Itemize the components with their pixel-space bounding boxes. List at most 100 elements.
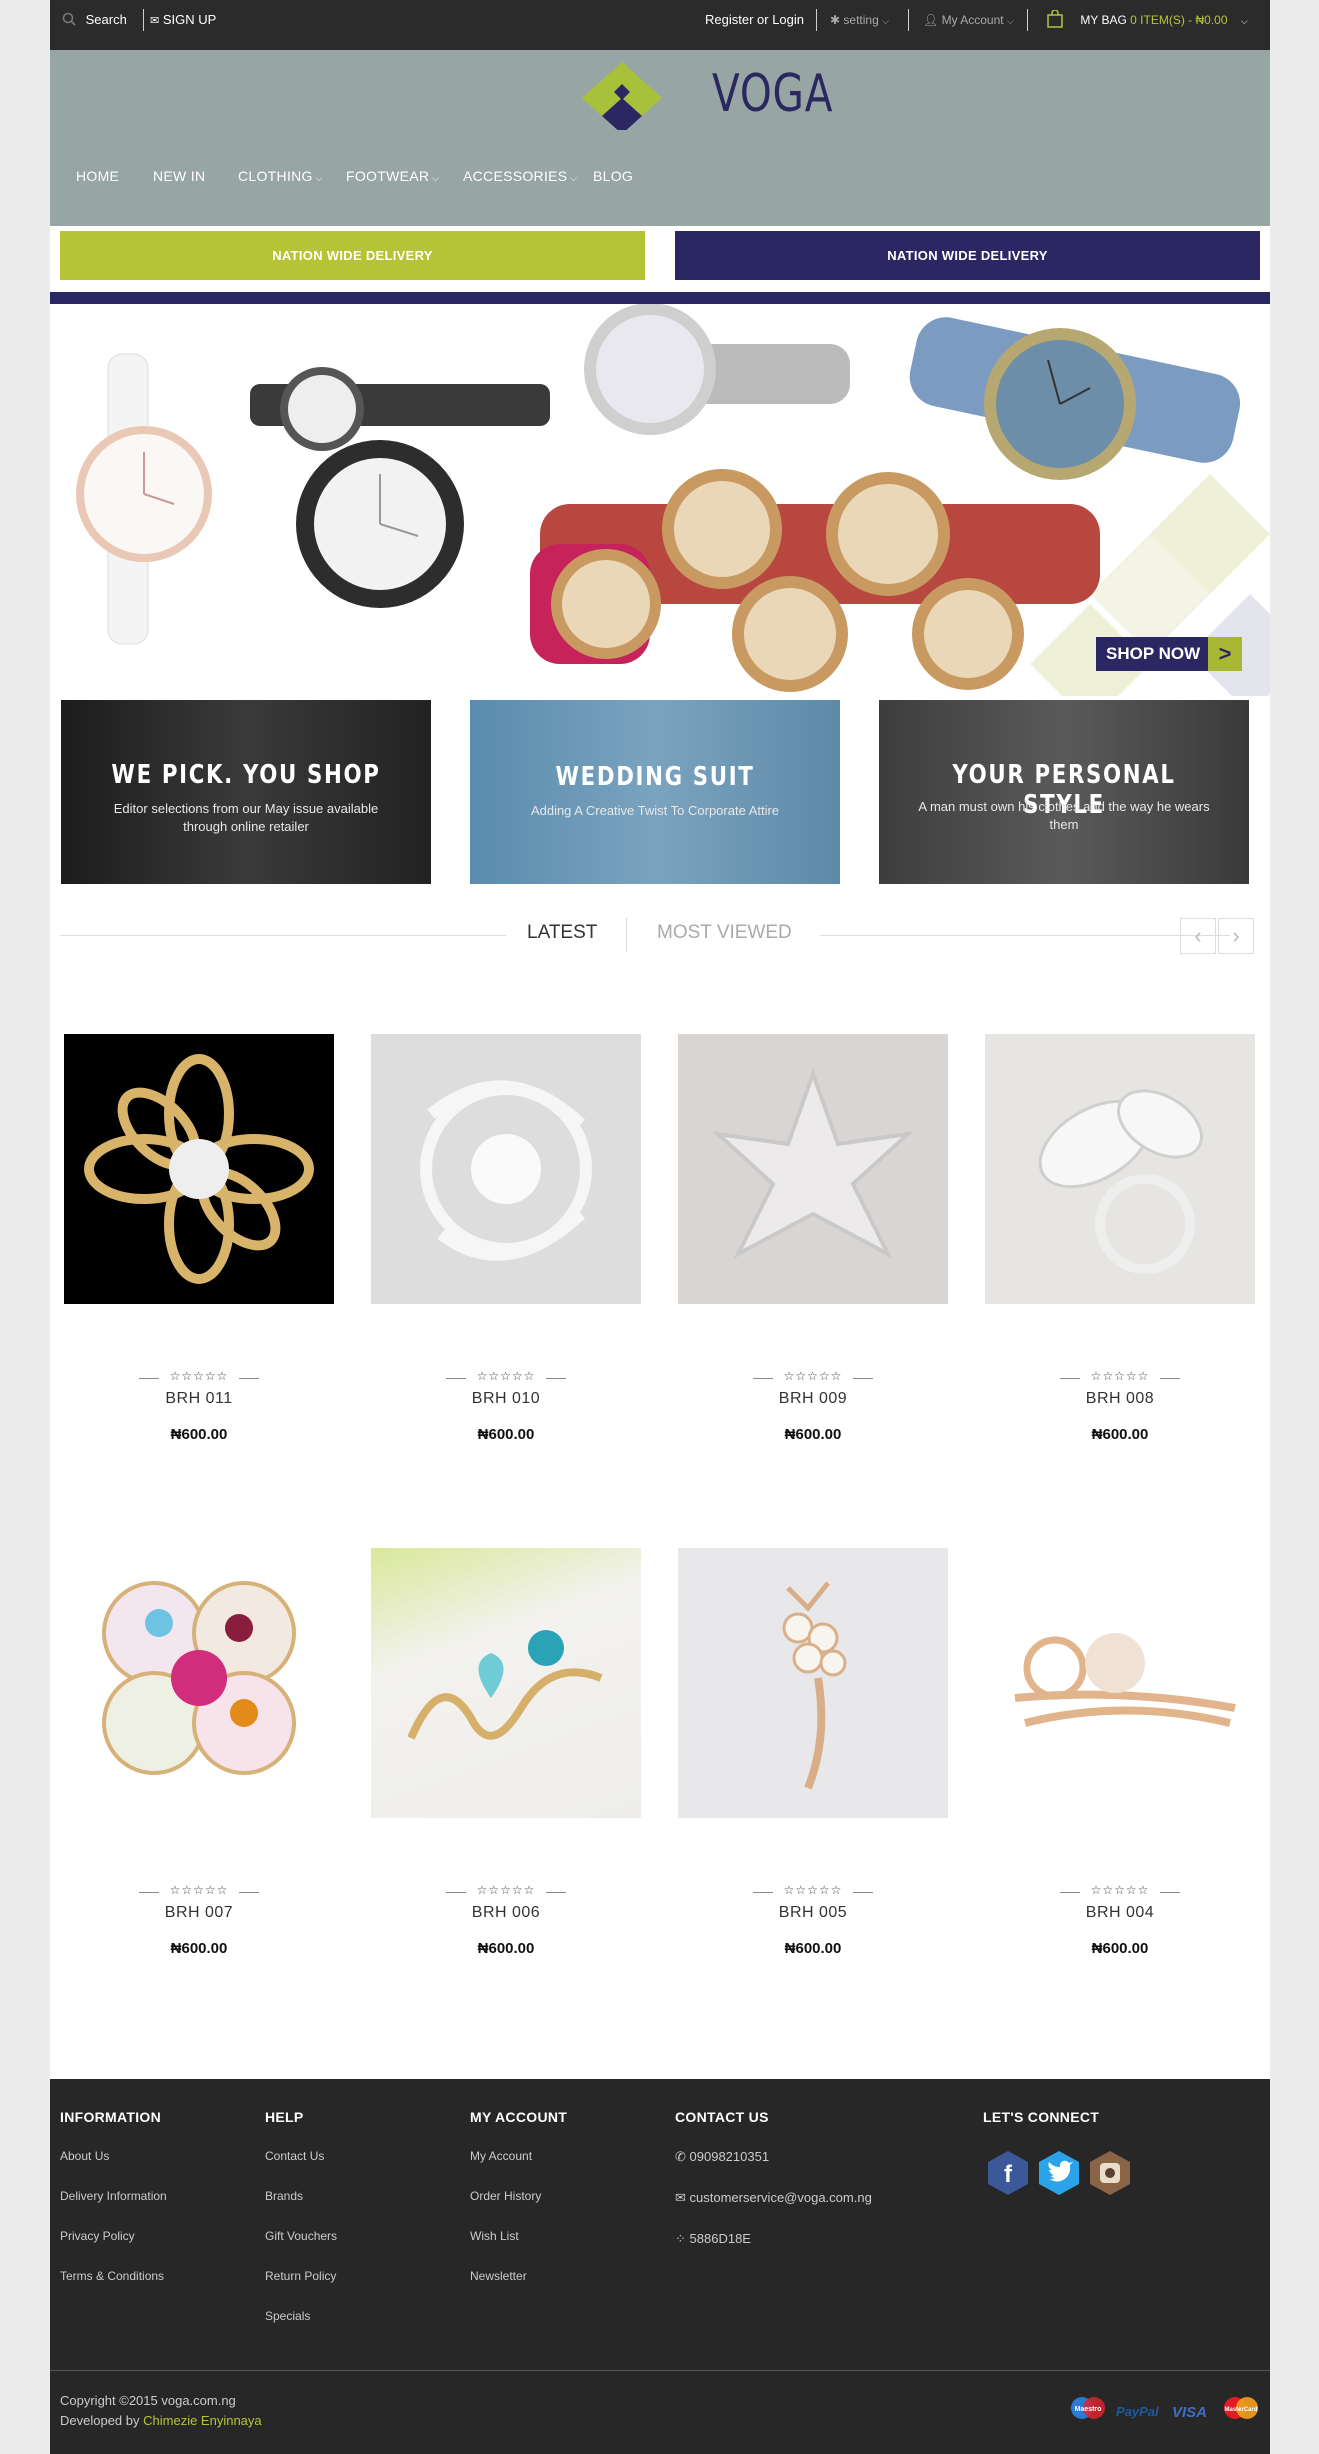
contact-phone[interactable]: ✆ 09098210351 — [675, 2149, 872, 2165]
bag-label: MY BAG — [1080, 13, 1127, 27]
product-name[interactable]: BRH 010 — [371, 1390, 641, 1408]
divider — [1027, 9, 1028, 31]
footer-link-newsletter[interactable]: Newsletter — [470, 2269, 567, 2283]
banner-subtitle: A man must own his clothes and the way h… — [918, 799, 1210, 832]
product-image[interactable] — [371, 1548, 641, 1818]
divider — [853, 1378, 873, 1379]
divider — [1160, 1378, 1180, 1379]
cart-dropdown[interactable]: MY BAG 0 ITEM(S) - ₦0.00 ⌵ — [1047, 0, 1248, 40]
paypal-icon: PayPal — [1116, 2404, 1159, 2419]
copyright: Copyright ©2015 voga.com.ng Developed by… — [60, 2391, 262, 2431]
tab-most-viewed[interactable]: MOST VIEWED — [657, 922, 792, 944]
register-login-link[interactable]: Register or Login — [705, 0, 804, 40]
envelope-icon: ✉ — [675, 2190, 686, 2205]
promo-banner-pick[interactable]: WE PICK. YOU SHOP Editor selections from… — [61, 700, 431, 884]
product-price: ₦600.00 — [170, 1426, 228, 1443]
product-name[interactable]: BRH 008 — [985, 1390, 1255, 1408]
divider — [239, 1892, 259, 1893]
product-name[interactable]: BRH 007 — [64, 1904, 334, 1922]
page: Search ✉ SIGN UP Register or Login ✱ set… — [50, 0, 1270, 2454]
footer-link-order-history[interactable]: Order History — [470, 2189, 567, 2203]
product-image[interactable] — [64, 1548, 334, 1818]
divider — [820, 935, 1230, 936]
nav-clothing[interactable]: CLOTHING ⌵ — [238, 168, 323, 184]
tab-latest[interactable]: LATEST — [527, 922, 597, 944]
footer-link-delivery[interactable]: Delivery Information — [60, 2189, 167, 2203]
product-image[interactable] — [371, 1034, 641, 1304]
svg-text:f: f — [1004, 2161, 1013, 2188]
search-link[interactable]: Search — [62, 0, 127, 40]
instagram-icon[interactable] — [1086, 2149, 1134, 2197]
footer-heading: CONTACT US — [675, 2109, 769, 2125]
footer-link-return-policy[interactable]: Return Policy — [265, 2269, 337, 2283]
search-icon — [62, 12, 76, 26]
product-image[interactable] — [985, 1548, 1255, 1818]
chevron-down-icon: ⌵ — [882, 16, 889, 26]
carousel-prev-button[interactable]: ‹ — [1180, 918, 1216, 954]
footer-link-wish-list[interactable]: Wish List — [470, 2229, 567, 2243]
product-name[interactable]: BRH 009 — [678, 1390, 948, 1408]
signup-link[interactable]: ✉ SIGN UP — [150, 0, 216, 40]
developer-link[interactable]: Chimezie Enyinnaya — [143, 2413, 262, 2428]
nav-footwear[interactable]: FOOTWEAR ⌵ — [346, 168, 439, 184]
mastercard-icon: MasterCard — [1224, 2397, 1258, 2419]
promo-banner-style[interactable]: YOUR PERSONAL STYLE A man must own his c… — [879, 700, 1249, 884]
product-image[interactable] — [64, 1034, 334, 1304]
product-image[interactable] — [678, 1548, 948, 1818]
contact-email[interactable]: ✉ customerservice@voga.com.ng — [675, 2190, 872, 2206]
product-price: ₦600.00 — [477, 1940, 535, 1957]
product-name[interactable]: BRH 004 — [985, 1904, 1255, 1922]
product-name[interactable]: BRH 011 — [64, 1390, 334, 1408]
divider — [239, 1378, 259, 1379]
footer-link-gift-vouchers[interactable]: Gift Vouchers — [265, 2229, 337, 2243]
banner-subtitle: Editor selections from our May issue ava… — [113, 801, 379, 834]
product-image[interactable] — [678, 1034, 948, 1304]
promo-banner-wedding[interactable]: WEDDING SUIT Adding A Creative Twist To … — [470, 700, 840, 884]
nav-accessories[interactable]: ACCESSORIES ⌵ — [463, 168, 577, 184]
footer-link-privacy[interactable]: Privacy Policy — [60, 2229, 167, 2243]
shop-now-button[interactable]: SHOP NOW > — [1096, 637, 1242, 671]
footer-information: INFORMATION About Us Delivery Informatio… — [60, 2109, 167, 2309]
delivery-banner-right[interactable]: NATION WIDE DELIVERY — [675, 231, 1260, 280]
footer-link-terms[interactable]: Terms & Conditions — [60, 2269, 167, 2283]
footer-link-specials[interactable]: Specials — [265, 2309, 337, 2323]
footer-link-my-account[interactable]: My Account — [470, 2149, 567, 2163]
envelope-icon: ✉ — [150, 15, 160, 27]
rating-stars: ☆☆☆☆☆ — [169, 1369, 229, 1383]
product-image[interactable] — [985, 1034, 1255, 1304]
product-name[interactable]: BRH 005 — [678, 1904, 948, 1922]
rating-stars: ☆☆☆☆☆ — [169, 1883, 229, 1897]
facebook-icon[interactable]: f — [984, 2149, 1032, 2197]
divider — [908, 9, 909, 31]
product-name[interactable]: BRH 006 — [371, 1904, 641, 1922]
chevron-down-icon: ⌵ — [567, 173, 578, 183]
account-dropdown[interactable]: 👤︎ My Account ⌵ — [923, 0, 1014, 40]
setting-dropdown[interactable]: ✱ setting ⌵ — [830, 0, 889, 40]
divider — [546, 1892, 566, 1893]
footer-help: HELP Contact Us Brands Gift Vouchers Ret… — [265, 2109, 337, 2349]
footer-link-contact[interactable]: Contact Us — [265, 2149, 337, 2163]
delivery-banner-left[interactable]: NATION WIDE DELIVERY — [60, 231, 645, 280]
banner-title: WEDDING SUIT — [555, 762, 755, 792]
chevron-down-icon: ⌵ — [1006, 16, 1014, 26]
brand-name[interactable]: VOGA — [712, 64, 833, 124]
site-footer: INFORMATION About Us Delivery Informatio… — [50, 2079, 1270, 2454]
rating-stars: ☆☆☆☆☆ — [1090, 1883, 1150, 1897]
chevron-down-icon: ⌵ — [312, 173, 323, 183]
divider — [1160, 1892, 1180, 1893]
nav-home[interactable]: HOME — [76, 168, 119, 184]
nav-new-in[interactable]: NEW IN — [153, 168, 205, 184]
footer-link-about-us[interactable]: About Us — [60, 2149, 167, 2163]
nav-blog[interactable]: BLOG — [593, 168, 633, 184]
footer-link-brands[interactable]: Brands — [265, 2189, 337, 2203]
hero-slider[interactable]: SHOP NOW > — [50, 304, 1270, 696]
divider — [546, 1378, 566, 1379]
nav-footwear-label: FOOTWEAR — [346, 168, 430, 184]
footer-heading: HELP — [265, 2109, 304, 2125]
carousel-next-button[interactable]: › — [1218, 918, 1254, 954]
product-price: ₦600.00 — [1091, 1426, 1149, 1443]
footer-heading: INFORMATION — [60, 2109, 162, 2125]
twitter-icon[interactable] — [1035, 2149, 1083, 2197]
chevron-down-icon: ⌵ — [429, 173, 440, 183]
arrow-right-icon: > — [1208, 637, 1242, 671]
